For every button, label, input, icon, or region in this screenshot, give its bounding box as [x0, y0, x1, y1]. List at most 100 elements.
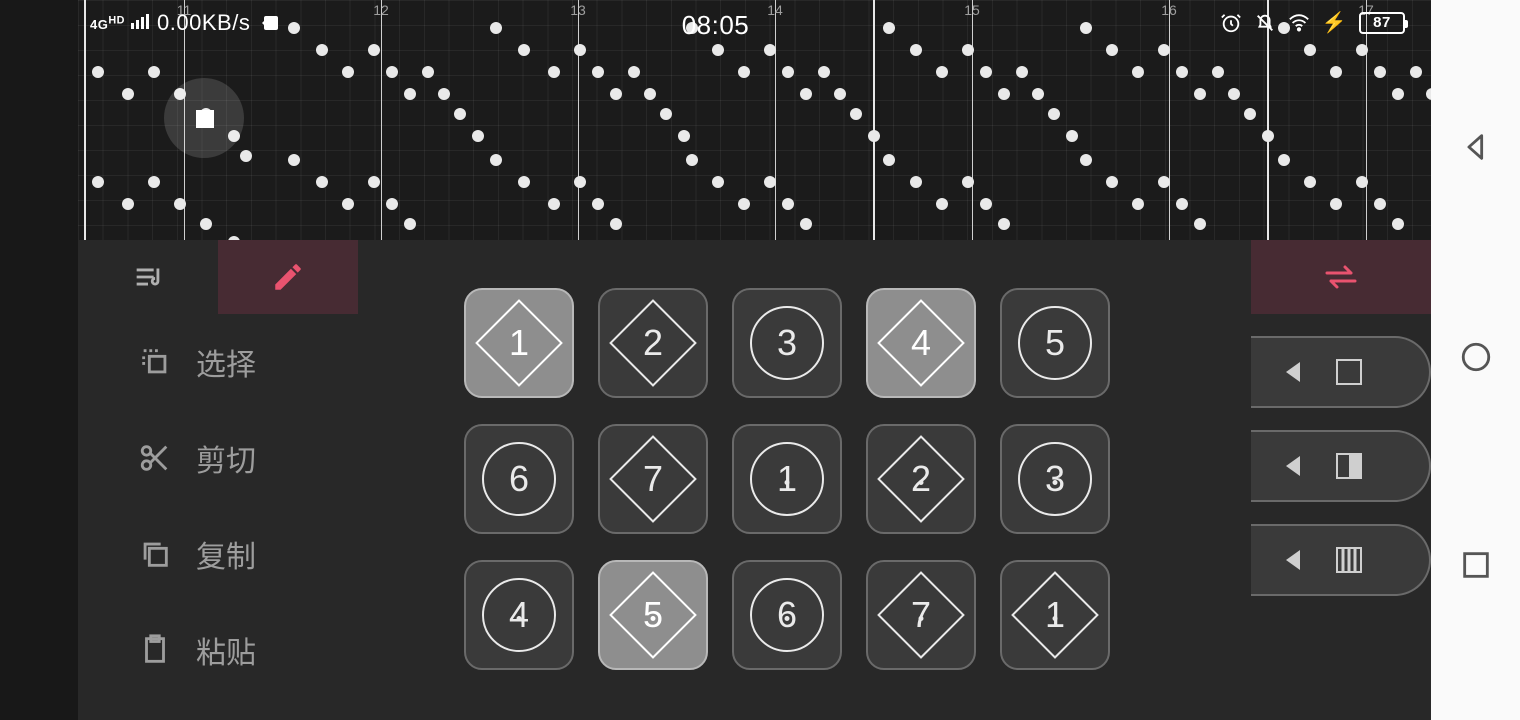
note-key-14[interactable]: 7 [866, 560, 976, 670]
note-dot[interactable] [1132, 66, 1144, 78]
note-dot[interactable] [1392, 218, 1404, 230]
note-dot[interactable] [1374, 198, 1386, 210]
nav-back-button[interactable] [1459, 130, 1493, 169]
note-dot[interactable] [1392, 88, 1404, 100]
note-dot[interactable] [764, 44, 776, 56]
note-dot[interactable] [422, 66, 434, 78]
note-dot[interactable] [1176, 198, 1188, 210]
note-dot[interactable] [1212, 66, 1224, 78]
note-dot[interactable] [910, 44, 922, 56]
note-dot[interactable] [998, 88, 1010, 100]
note-dot[interactable] [1066, 130, 1078, 142]
note-dot[interactable] [316, 44, 328, 56]
note-dot[interactable] [1356, 44, 1368, 56]
note-dot[interactable] [1330, 66, 1342, 78]
note-dot[interactable] [678, 130, 690, 142]
note-key-6[interactable]: 6 [464, 424, 574, 534]
note-dot[interactable] [883, 154, 895, 166]
duration-beat-button[interactable] [1251, 524, 1431, 596]
note-dot[interactable] [240, 150, 252, 162]
note-dot[interactable] [1374, 66, 1386, 78]
note-dot[interactable] [644, 88, 656, 100]
note-dot[interactable] [316, 176, 328, 188]
swap-button[interactable] [1251, 240, 1431, 314]
note-dot[interactable] [122, 198, 134, 210]
note-dot[interactable] [1016, 66, 1028, 78]
note-key-8[interactable]: 1 [732, 424, 842, 534]
note-dot[interactable] [1304, 44, 1316, 56]
note-dot[interactable] [628, 66, 640, 78]
note-dot[interactable] [868, 130, 880, 142]
note-dot[interactable] [1330, 198, 1342, 210]
note-dot[interactable] [174, 198, 186, 210]
note-dot[interactable] [818, 66, 830, 78]
note-dot[interactable] [738, 198, 750, 210]
note-dot[interactable] [1410, 66, 1422, 78]
note-dot[interactable] [386, 66, 398, 78]
note-key-11[interactable]: 4 [464, 560, 574, 670]
note-dot[interactable] [610, 218, 622, 230]
note-dot[interactable] [92, 176, 104, 188]
note-dot[interactable] [834, 88, 846, 100]
note-dot[interactable] [548, 198, 560, 210]
note-dot[interactable] [800, 218, 812, 230]
note-dot[interactable] [962, 44, 974, 56]
note-dot[interactable] [936, 66, 948, 78]
note-dot[interactable] [342, 66, 354, 78]
note-dot[interactable] [1194, 88, 1206, 100]
note-dot[interactable] [1158, 44, 1170, 56]
note-dot[interactable] [782, 66, 794, 78]
note-dot[interactable] [438, 88, 450, 100]
note-dot[interactable] [592, 66, 604, 78]
nav-recents-button[interactable] [1459, 548, 1493, 587]
note-dot[interactable] [386, 198, 398, 210]
note-dot[interactable] [1106, 176, 1118, 188]
note-dot[interactable] [574, 44, 586, 56]
note-dot[interactable] [1176, 66, 1188, 78]
note-dot[interactable] [910, 176, 922, 188]
note-dot[interactable] [1278, 154, 1290, 166]
note-dot[interactable] [1032, 88, 1044, 100]
note-dot[interactable] [342, 198, 354, 210]
note-dot[interactable] [800, 88, 812, 100]
tool-cut[interactable]: 剪切 [78, 410, 358, 506]
note-dot[interactable] [548, 66, 560, 78]
note-key-13[interactable]: 6 [732, 560, 842, 670]
note-key-1[interactable]: 1 [464, 288, 574, 398]
note-dot[interactable] [1304, 176, 1316, 188]
note-dot[interactable] [764, 176, 776, 188]
note-key-5[interactable]: 5 [1000, 288, 1110, 398]
tool-copy[interactable]: 复制 [78, 506, 358, 602]
note-dot[interactable] [592, 198, 604, 210]
note-dot[interactable] [1244, 108, 1256, 120]
note-key-10[interactable]: 3 [1000, 424, 1110, 534]
note-key-7[interactable]: 7 [598, 424, 708, 534]
note-dot[interactable] [850, 108, 862, 120]
note-key-4[interactable]: 4 [866, 288, 976, 398]
note-dot[interactable] [1262, 130, 1274, 142]
note-dot[interactable] [1106, 44, 1118, 56]
note-dot[interactable] [936, 198, 948, 210]
playhead-cursor[interactable] [164, 78, 244, 158]
note-dot[interactable] [660, 108, 672, 120]
note-dot[interactable] [998, 218, 1010, 230]
note-dot[interactable] [404, 88, 416, 100]
note-dot[interactable] [490, 154, 502, 166]
note-dot[interactable] [738, 66, 750, 78]
note-dot[interactable] [610, 88, 622, 100]
note-dot[interactable] [518, 176, 530, 188]
note-dot[interactable] [686, 154, 698, 166]
note-dot[interactable] [92, 66, 104, 78]
note-dot[interactable] [1080, 154, 1092, 166]
tool-select[interactable]: 选择 [78, 314, 358, 410]
note-dot[interactable] [1158, 176, 1170, 188]
note-dot[interactable] [122, 88, 134, 100]
mode-edit-button[interactable] [218, 240, 358, 314]
note-dot[interactable] [472, 130, 484, 142]
note-dot[interactable] [980, 198, 992, 210]
note-dot[interactable] [1048, 108, 1060, 120]
note-dot[interactable] [1228, 88, 1240, 100]
note-dot[interactable] [368, 176, 380, 188]
note-dot[interactable] [712, 44, 724, 56]
duration-half-button[interactable] [1251, 430, 1431, 502]
